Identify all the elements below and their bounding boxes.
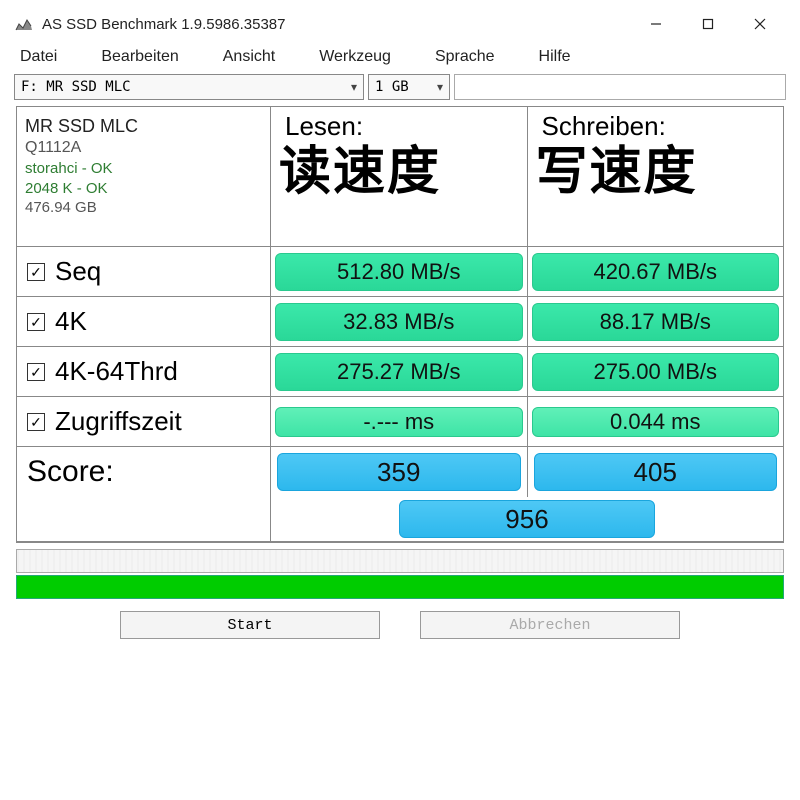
size-select-value: 1 GB — [375, 79, 409, 95]
4k-read-value: 32.83 MB/s — [275, 303, 523, 341]
menu-werkzeug[interactable]: Werkzeug — [313, 46, 409, 68]
read-header-cn: 读速度 — [271, 142, 527, 203]
checkbox-seq[interactable]: ✓ — [27, 263, 45, 281]
row-access-label: Zugriffszeit — [55, 406, 182, 437]
checkbox-4k[interactable]: ✓ — [27, 313, 45, 331]
window-controls — [630, 8, 786, 40]
close-button[interactable] — [734, 8, 786, 40]
drive-select[interactable]: F: MR SSD MLC ▾ — [14, 74, 364, 100]
device-sub: Q1112A — [25, 138, 262, 159]
chevron-down-icon: ▾ — [437, 80, 443, 94]
progress-bar-current — [16, 549, 784, 573]
score-write: 405 — [534, 453, 778, 491]
cancel-button: Abbrechen — [420, 611, 680, 639]
checkbox-access[interactable]: ✓ — [27, 413, 45, 431]
access-write-value: 0.044 ms — [532, 407, 780, 437]
menubar: Datei Bearbeiten Ansicht Werkzeug Sprach… — [6, 42, 794, 72]
write-header-cn: 写速度 — [528, 142, 784, 203]
row-seq-label-cell: ✓ Seq — [17, 247, 271, 296]
row-4k64-label-cell: ✓ 4K-64Thrd — [17, 347, 271, 396]
score-read: 359 — [277, 453, 521, 491]
seq-write-value: 420.67 MB/s — [532, 253, 780, 291]
read-header-cell: Lesen: 读速度 — [271, 107, 528, 246]
chevron-down-icon: ▾ — [351, 80, 357, 94]
drive-select-value: F: MR SSD MLC — [21, 79, 131, 95]
row-4k64: ✓ 4K-64Thrd 275.27 MB/s 275.00 MB/s — [17, 347, 783, 397]
progress-area — [16, 549, 784, 599]
4k64-write-value: 275.00 MB/s — [532, 353, 780, 391]
alignment-status: 2048 K - OK — [25, 179, 262, 199]
window-title: AS SSD Benchmark 1.9.5986.35387 — [42, 16, 630, 33]
device-info: MR SSD MLC Q1112A storahci - OK 2048 K -… — [17, 107, 271, 246]
seq-read-value: 512.80 MB/s — [275, 253, 523, 291]
4k-write-value: 88.17 MB/s — [532, 303, 780, 341]
header-row: MR SSD MLC Q1112A storahci - OK 2048 K -… — [17, 107, 783, 247]
read-header: Lesen: — [271, 107, 527, 142]
menu-ansicht[interactable]: Ansicht — [217, 46, 293, 68]
row-access-label-cell: ✓ Zugriffszeit — [17, 397, 271, 446]
row-seq: ✓ Seq 512.80 MB/s 420.67 MB/s — [17, 247, 783, 297]
device-capacity: 476.94 GB — [25, 198, 262, 218]
app-icon — [14, 14, 34, 34]
minimize-button[interactable] — [630, 8, 682, 40]
row-4k64-label: 4K-64Thrd — [55, 356, 178, 387]
menu-datei[interactable]: Datei — [14, 46, 75, 68]
menu-hilfe[interactable]: Hilfe — [533, 46, 589, 68]
write-header-cell: Schreiben: 写速度 — [528, 107, 784, 246]
score-label: Score: — [17, 447, 271, 541]
toolbar: F: MR SSD MLC ▾ 1 GB ▾ — [6, 72, 794, 102]
row-4k-label-cell: ✓ 4K — [17, 297, 271, 346]
score-total: 956 — [399, 500, 655, 538]
row-4k-label: 4K — [55, 306, 87, 337]
driver-status: storahci - OK — [25, 159, 262, 179]
device-name: MR SSD MLC — [25, 115, 262, 138]
row-4k: ✓ 4K 32.83 MB/s 88.17 MB/s — [17, 297, 783, 347]
bottom-buttons: Start Abbrechen — [6, 611, 794, 639]
write-header: Schreiben: — [528, 107, 784, 142]
row-access: ✓ Zugriffszeit -.--- ms 0.044 ms — [17, 397, 783, 447]
menu-sprache[interactable]: Sprache — [429, 46, 513, 68]
access-read-value: -.--- ms — [275, 407, 523, 437]
menu-bearbeiten[interactable]: Bearbeiten — [95, 46, 196, 68]
results-grid: MR SSD MLC Q1112A storahci - OK 2048 K -… — [16, 106, 784, 543]
4k64-read-value: 275.27 MB/s — [275, 353, 523, 391]
maximize-button[interactable] — [682, 8, 734, 40]
row-seq-label: Seq — [55, 256, 101, 287]
titlebar: AS SSD Benchmark 1.9.5986.35387 — [6, 6, 794, 42]
size-select[interactable]: 1 GB ▾ — [368, 74, 450, 100]
blank-field[interactable] — [454, 74, 786, 100]
progress-bar-total — [16, 575, 784, 599]
start-button[interactable]: Start — [120, 611, 380, 639]
checkbox-4k64[interactable]: ✓ — [27, 363, 45, 381]
score-section: Score: 359 405 956 — [17, 447, 783, 542]
main-window: AS SSD Benchmark 1.9.5986.35387 Datei Be… — [6, 6, 794, 639]
